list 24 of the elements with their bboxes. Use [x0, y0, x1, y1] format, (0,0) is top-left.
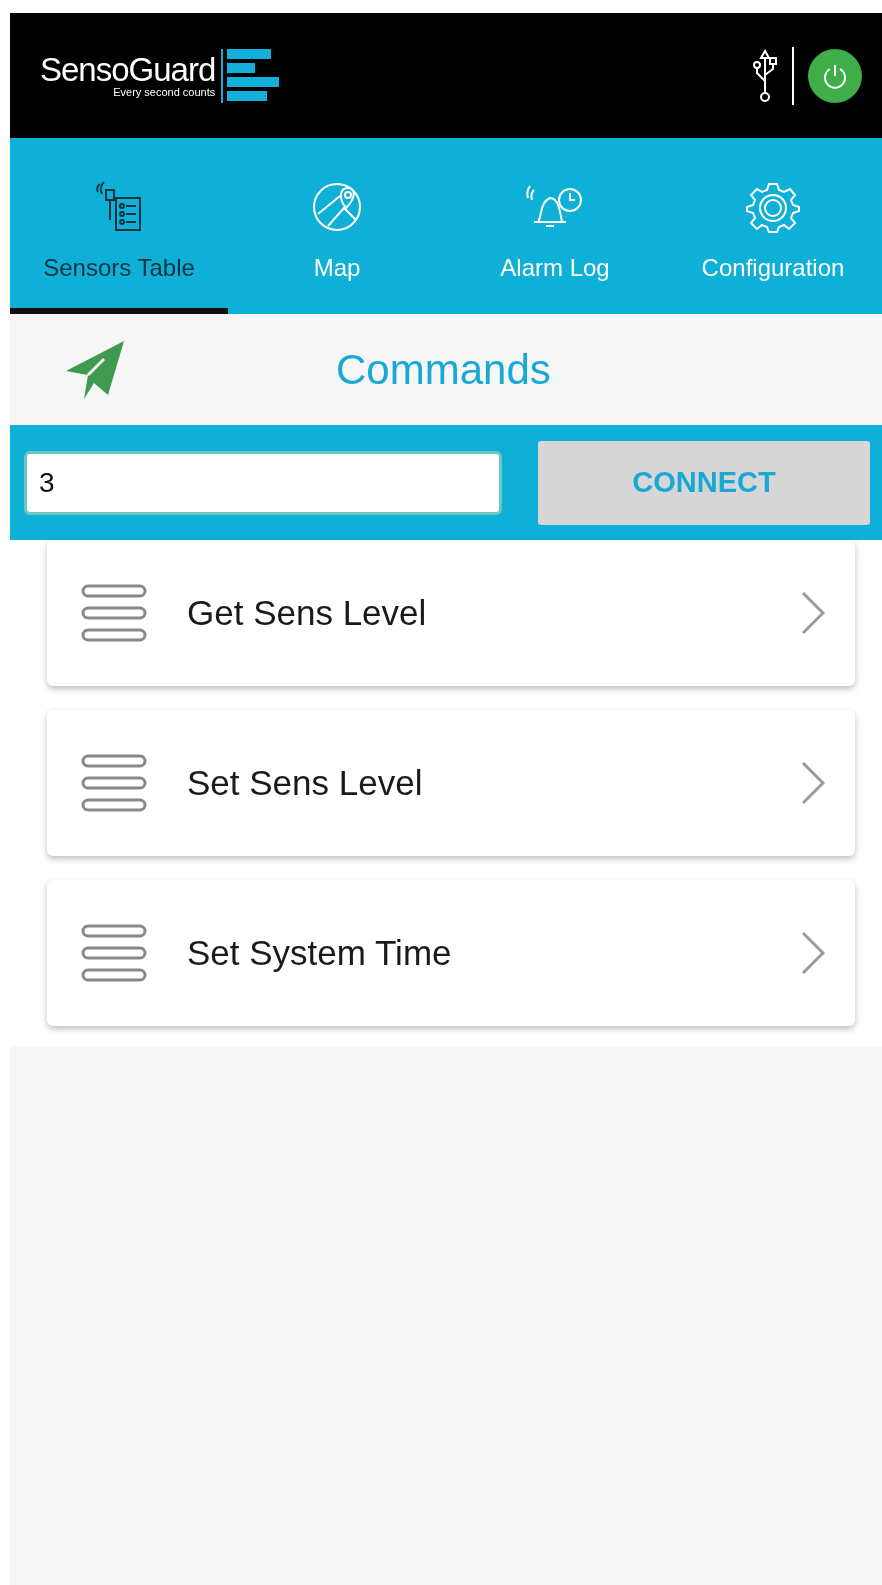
usb-icon[interactable]: [752, 48, 778, 103]
stack-icon: [81, 752, 147, 814]
stack-icon: [81, 582, 147, 644]
power-button[interactable]: [808, 48, 862, 103]
sensor-list-icon: [94, 180, 144, 234]
id-input-field[interactable]: 3: [24, 450, 502, 515]
map-icon: [310, 180, 364, 234]
nav-tab[interactable]: Sensors Table: [10, 138, 228, 314]
page-title: Commands: [336, 345, 551, 394]
command-item[interactable]: Set System Time: [47, 880, 855, 1026]
chevron-right-icon: [801, 931, 825, 975]
command-label: Get Sens Level: [187, 593, 428, 633]
command-label: Set System Time: [187, 933, 453, 973]
chevron-right-icon: [801, 591, 825, 635]
command-item[interactable]: Get Sens Level: [47, 540, 855, 686]
settings-icon: [746, 180, 800, 234]
command-item[interactable]: Set Sens Level: [47, 710, 855, 856]
paper-plane-icon: [64, 338, 126, 401]
command-label: Set Sens Level: [187, 763, 424, 803]
brand-name: SensoGuard: [40, 52, 216, 86]
brand-tagline: Every second counts: [113, 85, 216, 99]
logo-bars-icon: [221, 46, 280, 105]
chevron-right-icon: [801, 761, 825, 805]
stack-icon: [81, 922, 147, 984]
